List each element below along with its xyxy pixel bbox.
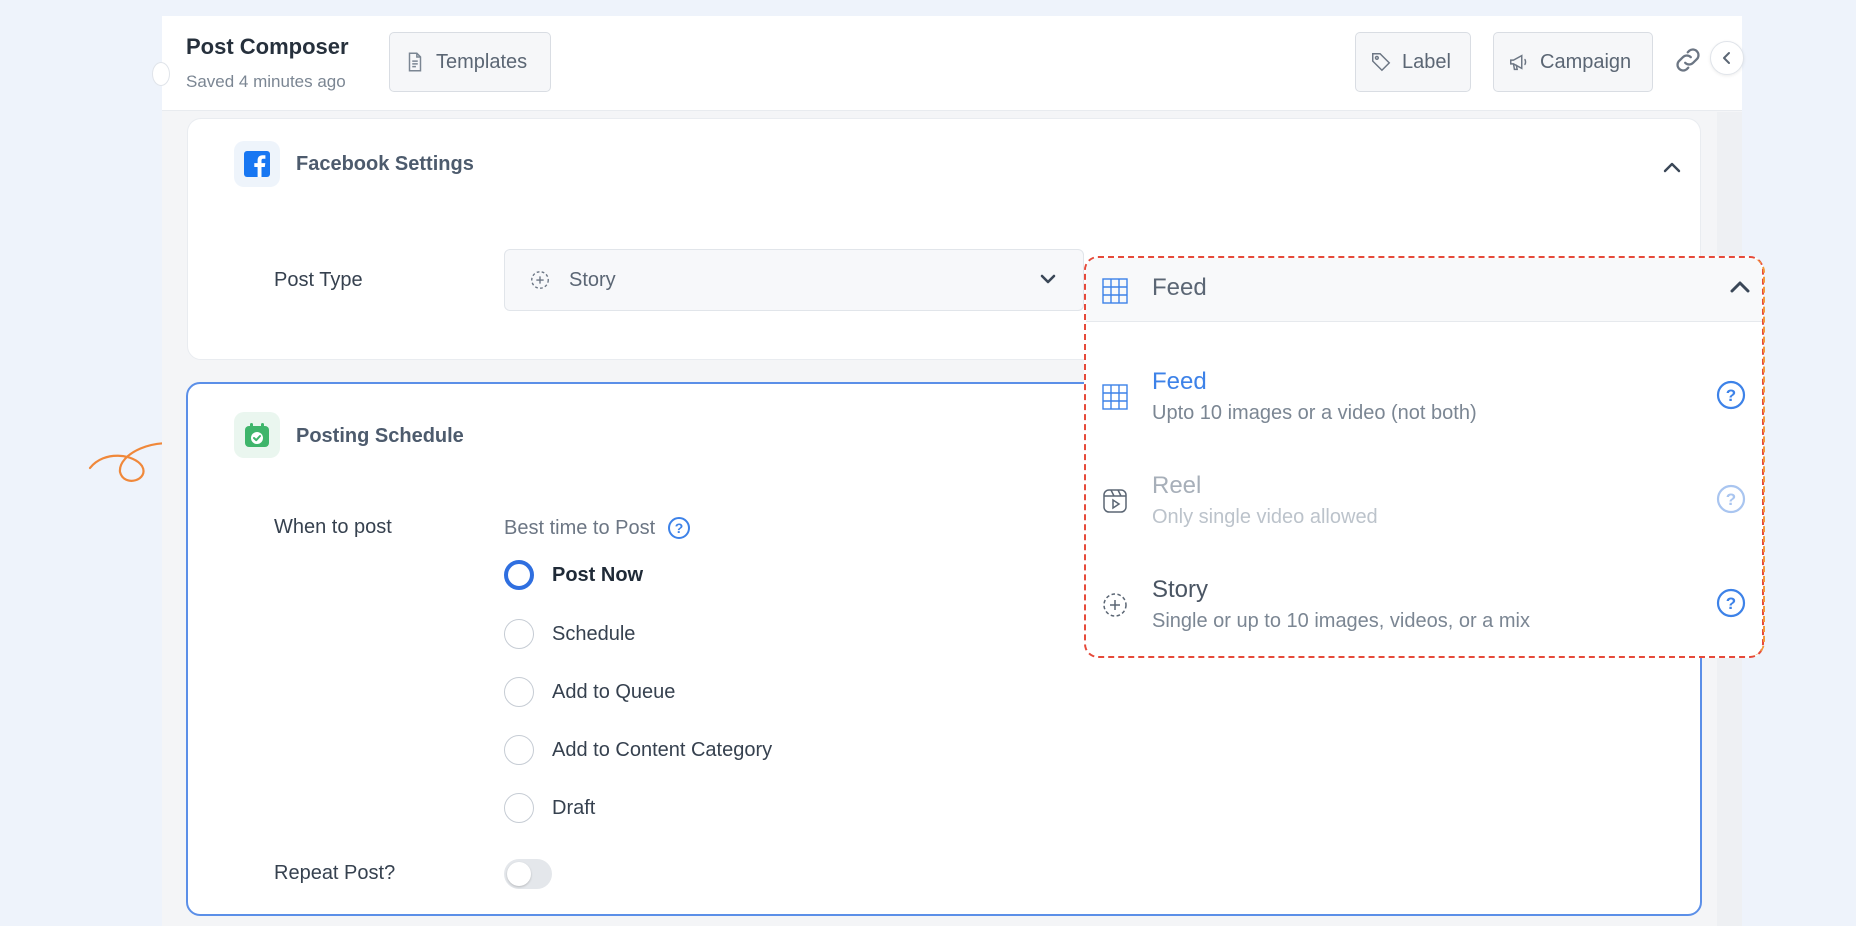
option-title: Reel: [1152, 472, 1202, 499]
radio-dot[interactable]: [504, 793, 534, 823]
saved-status: Saved 4 minutes ago: [186, 72, 346, 91]
chevron-up-icon: [1730, 281, 1750, 293]
dropdown-selected-value: Feed: [1152, 274, 1207, 301]
when-to-post-label: When to post: [274, 516, 392, 538]
repeat-post-label: Repeat Post?: [274, 862, 396, 884]
help-icon[interactable]: ?: [1716, 484, 1746, 514]
document-icon: [408, 52, 422, 72]
calendar-check-icon: [234, 412, 280, 458]
radio-dot[interactable]: [504, 619, 534, 649]
radio-label: Draft: [552, 796, 596, 819]
option-reel[interactable]: Reel Only single video allowed ?: [1086, 462, 1762, 552]
radio-label: Add to Content Category: [552, 738, 773, 761]
svg-text:?: ?: [1726, 386, 1736, 405]
label-button[interactable]: Label: [1355, 32, 1471, 92]
svg-text:?: ?: [1726, 490, 1736, 509]
best-time-label: Best time to Post: [504, 516, 656, 539]
best-time-to-post[interactable]: Best time to Post ?: [504, 516, 691, 540]
chevron-left-icon: [1723, 52, 1730, 64]
help-icon[interactable]: ?: [667, 516, 691, 540]
radio-dot[interactable]: [504, 677, 534, 707]
dropdown-header[interactable]: Feed: [1086, 258, 1762, 322]
radio-draft[interactable]: Draft: [504, 793, 595, 823]
facebook-settings-title: Facebook Settings: [296, 153, 474, 175]
radio-post-now[interactable]: Post Now: [504, 560, 643, 590]
grid-icon: [1102, 384, 1128, 410]
page-title: Post Composer: [186, 34, 349, 59]
help-icon[interactable]: ?: [1716, 380, 1746, 410]
templates-button[interactable]: Templates: [389, 32, 551, 92]
templates-label: Templates: [436, 50, 528, 73]
option-subtitle: Single or up to 10 images, videos, or a …: [1152, 610, 1530, 632]
link-icon[interactable]: [1671, 43, 1705, 77]
svg-text:?: ?: [675, 520, 684, 536]
radio-add-to-queue[interactable]: Add to Queue: [504, 677, 675, 707]
story-icon: [531, 271, 549, 289]
composer-header: Post Composer Saved 4 minutes ago Templa…: [152, 16, 1744, 111]
option-subtitle: Upto 10 images or a video (not both): [1152, 402, 1477, 424]
campaign-button[interactable]: Campaign: [1493, 32, 1653, 92]
chevron-up-icon[interactable]: [1663, 161, 1681, 173]
svg-text:?: ?: [1726, 594, 1736, 613]
repeat-post-toggle[interactable]: [504, 859, 552, 889]
label-button-text: Label: [1402, 50, 1451, 73]
post-type-value: Story: [569, 269, 616, 291]
post-type-select[interactable]: Story: [504, 249, 1084, 311]
radio-add-to-content-category[interactable]: Add to Content Category: [504, 735, 772, 765]
collapse-panel-button[interactable]: [1710, 41, 1744, 75]
grid-icon: [1102, 278, 1128, 304]
radio-dot[interactable]: [504, 560, 534, 590]
option-title: Feed: [1152, 368, 1207, 395]
radio-label: Schedule: [552, 622, 636, 645]
option-subtitle: Only single video allowed: [1152, 506, 1378, 528]
facebook-icon: [234, 141, 280, 187]
toggle-knob: [507, 862, 531, 886]
option-feed[interactable]: Feed Upto 10 images or a video (not both…: [1086, 358, 1762, 448]
chevron-down-icon: [1040, 274, 1056, 284]
megaphone-icon: [1510, 54, 1527, 71]
left-collapse-handle[interactable]: [152, 62, 170, 86]
story-icon: [1103, 593, 1127, 617]
radio-label: Post Now: [552, 563, 644, 586]
radio-dot[interactable]: [504, 735, 534, 765]
post-type-dropdown: Feed Feed Upto 10 images or a video (not…: [1084, 256, 1765, 658]
radio-schedule[interactable]: Schedule: [504, 619, 635, 649]
post-type-label: Post Type: [274, 269, 363, 291]
posting-schedule-title: Posting Schedule: [296, 425, 464, 447]
campaign-button-text: Campaign: [1540, 50, 1632, 73]
option-story[interactable]: Story Single or up to 10 images, videos,…: [1086, 566, 1762, 656]
radio-label: Add to Queue: [552, 680, 676, 703]
tag-icon: [1372, 53, 1391, 72]
option-title: Story: [1152, 576, 1209, 603]
reel-icon: [1103, 489, 1127, 513]
help-icon[interactable]: ?: [1716, 588, 1746, 618]
